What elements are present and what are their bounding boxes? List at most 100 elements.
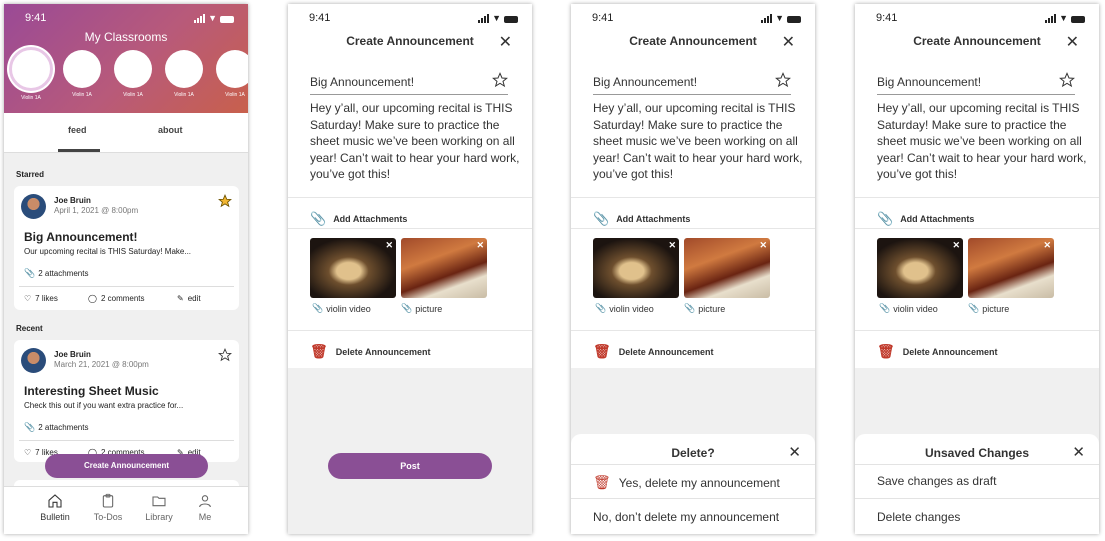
- post-card[interactable]: Joe Bruin April 1, 2021 @ 8:00pm Big Ann…: [14, 186, 239, 310]
- picture-thumbnail[interactable]: ✕: [401, 238, 487, 298]
- video-thumbnail[interactable]: ✕: [593, 238, 679, 298]
- sheet-title: Delete?: [671, 446, 715, 460]
- attachment-name: picture: [982, 303, 1010, 314]
- heart-icon: ♡: [24, 294, 32, 303]
- paperclip-icon: 📎: [312, 303, 324, 313]
- close-icon[interactable]: ✕: [1066, 32, 1079, 52]
- delete-announcement-button[interactable]: 🗑 Delete Announcement: [593, 343, 713, 360]
- recent-heading: Recent: [16, 324, 43, 333]
- nav-bulletin[interactable]: Bulletin: [35, 493, 75, 522]
- status-icons: ▼: [478, 13, 518, 23]
- add-attachments-button[interactable]: 📎 Add Attachments: [310, 211, 407, 227]
- remove-attachment-icon[interactable]: ✕: [1043, 240, 1051, 251]
- like-button[interactable]: ♡ 7 likes: [24, 294, 58, 303]
- video-thumbnail[interactable]: ✕: [877, 238, 963, 298]
- trash-icon: 🗑: [877, 343, 895, 359]
- attachments-label: 2 attachments: [38, 269, 89, 278]
- nav-library[interactable]: Library: [139, 493, 179, 522]
- confirm-delete-option[interactable]: 🗑 Yes, delete my announcement: [593, 474, 780, 491]
- delete-announcement-button[interactable]: 🗑 Delete Announcement: [310, 343, 430, 360]
- avatar: [21, 348, 46, 373]
- signal-icon: [1045, 14, 1057, 23]
- tab-about[interactable]: about: [158, 125, 183, 135]
- attachment-caption: 📎 violin video: [879, 303, 938, 314]
- remove-attachment-icon[interactable]: ✕: [385, 240, 393, 251]
- divider: [288, 228, 532, 229]
- delete-label: Delete Announcement: [902, 346, 998, 357]
- star-outline-icon[interactable]: [218, 348, 232, 362]
- announcement-body-input[interactable]: Hey y’all, our upcoming recital is THIS …: [877, 100, 1089, 183]
- announcement-body-input[interactable]: Hey y’all, our upcoming recital is THIS …: [310, 100, 522, 183]
- status-icons: ▼: [194, 13, 234, 23]
- paperclip-icon: 📎: [24, 422, 36, 432]
- post-button[interactable]: Post: [328, 453, 492, 479]
- comment-button[interactable]: ◯ 2 comments: [88, 294, 145, 303]
- classroom-label: Violin 1A: [21, 95, 41, 101]
- paperclip-icon: 📎: [877, 211, 894, 226]
- home-icon: [48, 494, 62, 508]
- classroom-item[interactable]: Violin 1A: [9, 47, 53, 101]
- announcement-title-input[interactable]: Big Announcement!: [593, 75, 697, 89]
- battery-icon: [1071, 16, 1085, 23]
- edit-label: edit: [187, 294, 201, 303]
- paperclip-icon: 📎: [593, 211, 610, 226]
- remove-attachment-icon[interactable]: ✕: [476, 240, 484, 251]
- edit-button[interactable]: ✎ edit: [177, 294, 201, 303]
- remove-attachment-icon[interactable]: ✕: [952, 240, 960, 251]
- status-time: 9:41: [592, 12, 614, 24]
- tab-feed[interactable]: feed: [68, 125, 87, 135]
- attachment-caption: 📎 picture: [968, 303, 1009, 314]
- close-icon[interactable]: ✕: [499, 32, 512, 52]
- star-outline-icon[interactable]: [1059, 72, 1075, 88]
- remove-attachment-icon[interactable]: ✕: [668, 240, 676, 251]
- picture-thumbnail[interactable]: ✕: [684, 238, 770, 298]
- close-icon[interactable]: ✕: [788, 443, 801, 461]
- classroom-item[interactable]: Violin 1A: [114, 50, 152, 101]
- discard-changes-option[interactable]: Delete changes: [877, 510, 960, 524]
- save-draft-option[interactable]: Save changes as draft: [877, 474, 996, 488]
- picture-thumbnail[interactable]: ✕: [968, 238, 1054, 298]
- delete-announcement-button[interactable]: 🗑 Delete Announcement: [877, 343, 997, 360]
- divider: [571, 228, 815, 229]
- add-attachments-button[interactable]: 📎 Add Attachments: [877, 211, 974, 227]
- post-attachments[interactable]: 📎 2 attachments: [24, 422, 88, 433]
- add-attachments-button[interactable]: 📎 Add Attachments: [593, 211, 690, 227]
- delete-confirm-screen: 9:41 ▼ Create Announcement ✕ Big Announc…: [571, 4, 815, 534]
- star-outline-icon[interactable]: [775, 72, 791, 88]
- status-bar: 9:41 ▼: [4, 12, 248, 26]
- announcement-title-input[interactable]: Big Announcement!: [310, 75, 414, 89]
- folder-icon: [152, 496, 166, 507]
- star-filled-icon[interactable]: [218, 194, 232, 208]
- close-icon[interactable]: ✕: [1072, 443, 1085, 461]
- cancel-delete-option[interactable]: No, don’t delete my announcement: [593, 510, 779, 524]
- post-card[interactable]: Joe Bruin March 21, 2021 @ 8:00pm Intere…: [14, 340, 239, 462]
- paperclip-icon: 📎: [684, 303, 696, 313]
- video-thumbnail[interactable]: ✕: [310, 238, 396, 298]
- star-outline-icon[interactable]: [492, 72, 508, 88]
- classroom-item[interactable]: Violin 1A: [63, 50, 101, 101]
- classroom-avatar: [114, 50, 152, 88]
- classroom-label: Violin 1A: [174, 92, 194, 98]
- post-author: Joe Bruin: [54, 350, 91, 359]
- remove-attachment-icon[interactable]: ✕: [759, 240, 767, 251]
- announcement-title-input[interactable]: Big Announcement!: [877, 75, 981, 89]
- classroom-item[interactable]: Violin 1A: [165, 50, 203, 101]
- post-attachments[interactable]: 📎 2 attachments: [24, 268, 88, 279]
- announcement-body-input[interactable]: Hey y’all, our upcoming recital is THIS …: [593, 100, 805, 183]
- create-announcement-button[interactable]: Create Announcement: [45, 454, 208, 478]
- status-time: 9:41: [309, 12, 331, 24]
- page-title: My Classrooms: [84, 30, 168, 44]
- close-icon[interactable]: ✕: [782, 32, 795, 52]
- nav-todos[interactable]: To-Dos: [88, 493, 128, 522]
- classroom-feed-screen: 9:41 ▼ My Classrooms Violin 1A Violin 1A…: [4, 4, 248, 534]
- status-bar: 9:41 ▼: [855, 12, 1099, 26]
- bottom-nav: Bulletin To-Dos Library Me: [4, 486, 248, 534]
- delete-label: Delete Announcement: [335, 346, 431, 357]
- clipboard-icon: [102, 493, 114, 508]
- trash-icon: 🗑: [593, 343, 611, 359]
- screen-title: Create Announcement: [913, 34, 1041, 48]
- divider: [571, 498, 815, 499]
- classroom-item[interactable]: Violin 1A: [216, 50, 248, 101]
- attachment-name: picture: [698, 303, 726, 314]
- nav-me[interactable]: Me: [185, 493, 225, 522]
